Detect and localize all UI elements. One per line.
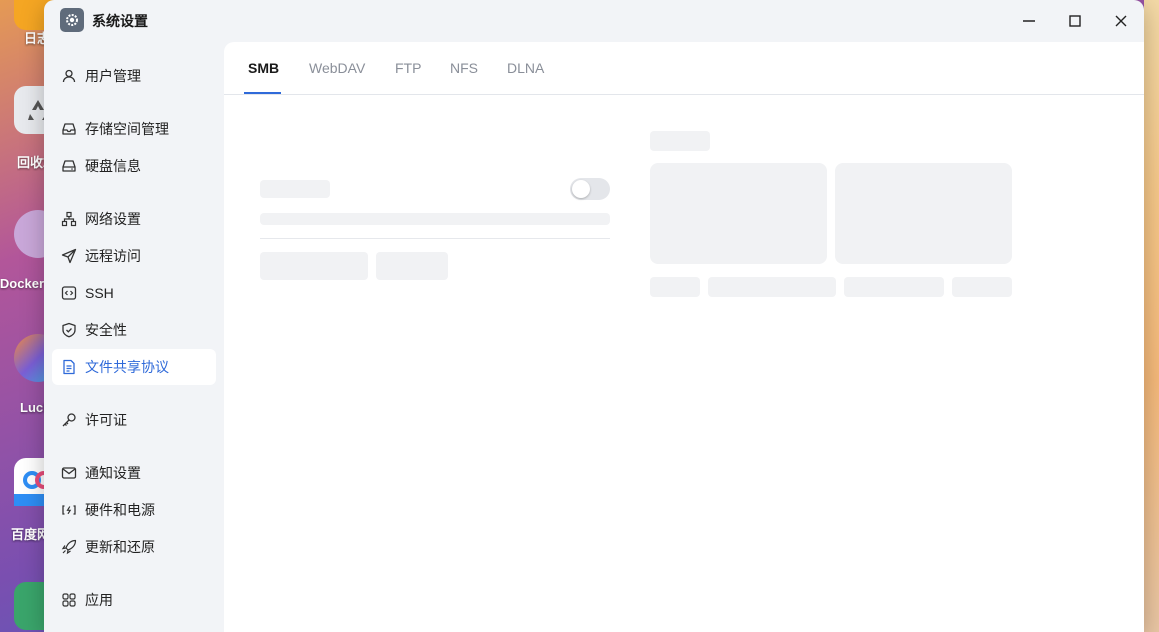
sidebar-item-network[interactable]: 网络设置 [52,201,216,237]
sidebar-item-license[interactable]: 许可证 [52,402,216,438]
disk-icon [61,158,77,174]
toggle-knob [572,180,590,198]
settings-gear-icon [60,8,84,32]
apps-icon [61,592,77,608]
sidebar-item-label: 文件共享协议 [85,359,169,375]
skeleton-heading [650,131,710,151]
sidebar-item-users[interactable]: 用户管理 [52,58,216,94]
storage-icon [61,121,77,137]
sidebar-item-apps[interactable]: 应用 [52,582,216,618]
skeleton-chip [844,277,944,297]
close-icon [1115,15,1127,27]
skeleton-chip [650,277,700,297]
code-icon [61,285,77,301]
minimize-button[interactable] [1016,8,1042,34]
window-title: 系统设置 [92,13,148,29]
tab-smb[interactable]: SMB [248,60,279,76]
sidebar-item-storage[interactable]: 存储空间管理 [52,111,216,147]
skeleton-button [376,252,448,280]
mail-icon [61,465,77,481]
desktop-background-edge [1144,0,1159,632]
protocol-tabs: SMB WebDAV FTP NFS DLNA [224,42,1144,95]
settings-sidebar: 用户管理 存储空间管理 硬盘信息 网络设置 远程访问 SSH 安全性 文件共享协… [44,42,224,632]
user-icon [61,68,77,84]
skeleton-button [260,252,368,280]
sidebar-item-label: 通知设置 [85,465,141,481]
sidebar-item-label: SSH [85,285,114,301]
skeleton-card [650,163,827,264]
battery-icon [61,502,77,518]
sidebar-item-label: 硬件和电源 [85,502,155,518]
shield-icon [61,322,77,338]
sidebar-item-label: 用户管理 [85,68,141,84]
desktop-label-baidu: 百度网盘 [11,527,44,542]
skeleton-card [835,163,1012,264]
key-icon [61,412,77,428]
skeleton-line [260,213,610,225]
sidebar-item-label: 网络设置 [85,211,141,227]
tab-webdav[interactable]: WebDAV [309,60,365,76]
desktop-label-recycle: 回收站 [17,155,44,170]
sidebar-item-label: 硬盘信息 [85,158,141,174]
maximize-button[interactable] [1062,8,1088,34]
sidebar-item-label: 安全性 [85,322,127,338]
network-icon [61,211,77,227]
rocket-icon [61,539,77,555]
tab-ftp[interactable]: FTP [395,60,421,76]
sidebar-item-notifications[interactable]: 通知设置 [52,455,216,491]
skeleton-title [260,180,330,198]
tab-nfs[interactable]: NFS [450,60,478,76]
sidebar-item-hardware-power[interactable]: 硬件和电源 [52,492,216,528]
desktop-label-log: 日志 [24,31,44,46]
sidebar-item-file-sharing[interactable]: 文件共享协议 [52,349,216,385]
minimize-icon [1023,20,1035,22]
sidebar-item-label: 存储空间管理 [85,121,169,137]
smb-enable-toggle[interactable] [570,178,610,200]
sidebar-item-ssh[interactable]: SSH [52,275,216,311]
divider [260,238,610,239]
send-icon [61,248,77,264]
document-icon [61,359,77,375]
desktop-label-docker: Docker [0,276,44,291]
sidebar-item-update-restore[interactable]: 更新和还原 [52,529,216,565]
sidebar-item-label: 应用 [85,592,113,608]
close-button[interactable] [1108,8,1134,34]
sidebar-item-security[interactable]: 安全性 [52,312,216,348]
sidebar-item-label: 许可证 [85,412,127,428]
sidebar-item-label: 更新和还原 [85,539,155,555]
sidebar-item-disk-info[interactable]: 硬盘信息 [52,148,216,184]
skeleton-chip [952,277,1012,297]
content-panel: SMB WebDAV FTP NFS DLNA [224,42,1144,632]
tab-dlna[interactable]: DLNA [507,60,544,76]
sidebar-item-remote-access[interactable]: 远程访问 [52,238,216,274]
active-tab-indicator [244,92,281,94]
settings-window: 系统设置 用户管理 存储空间管理 硬盘信息 网络设置 远程访问 SSH 安全性 … [44,0,1144,632]
title-bar[interactable]: 系统设置 [44,0,1144,42]
skeleton-chip [708,277,836,297]
sidebar-item-label: 远程访问 [85,248,141,264]
desktop-label-lucky: Lucky [20,400,44,415]
maximize-icon [1069,15,1081,27]
